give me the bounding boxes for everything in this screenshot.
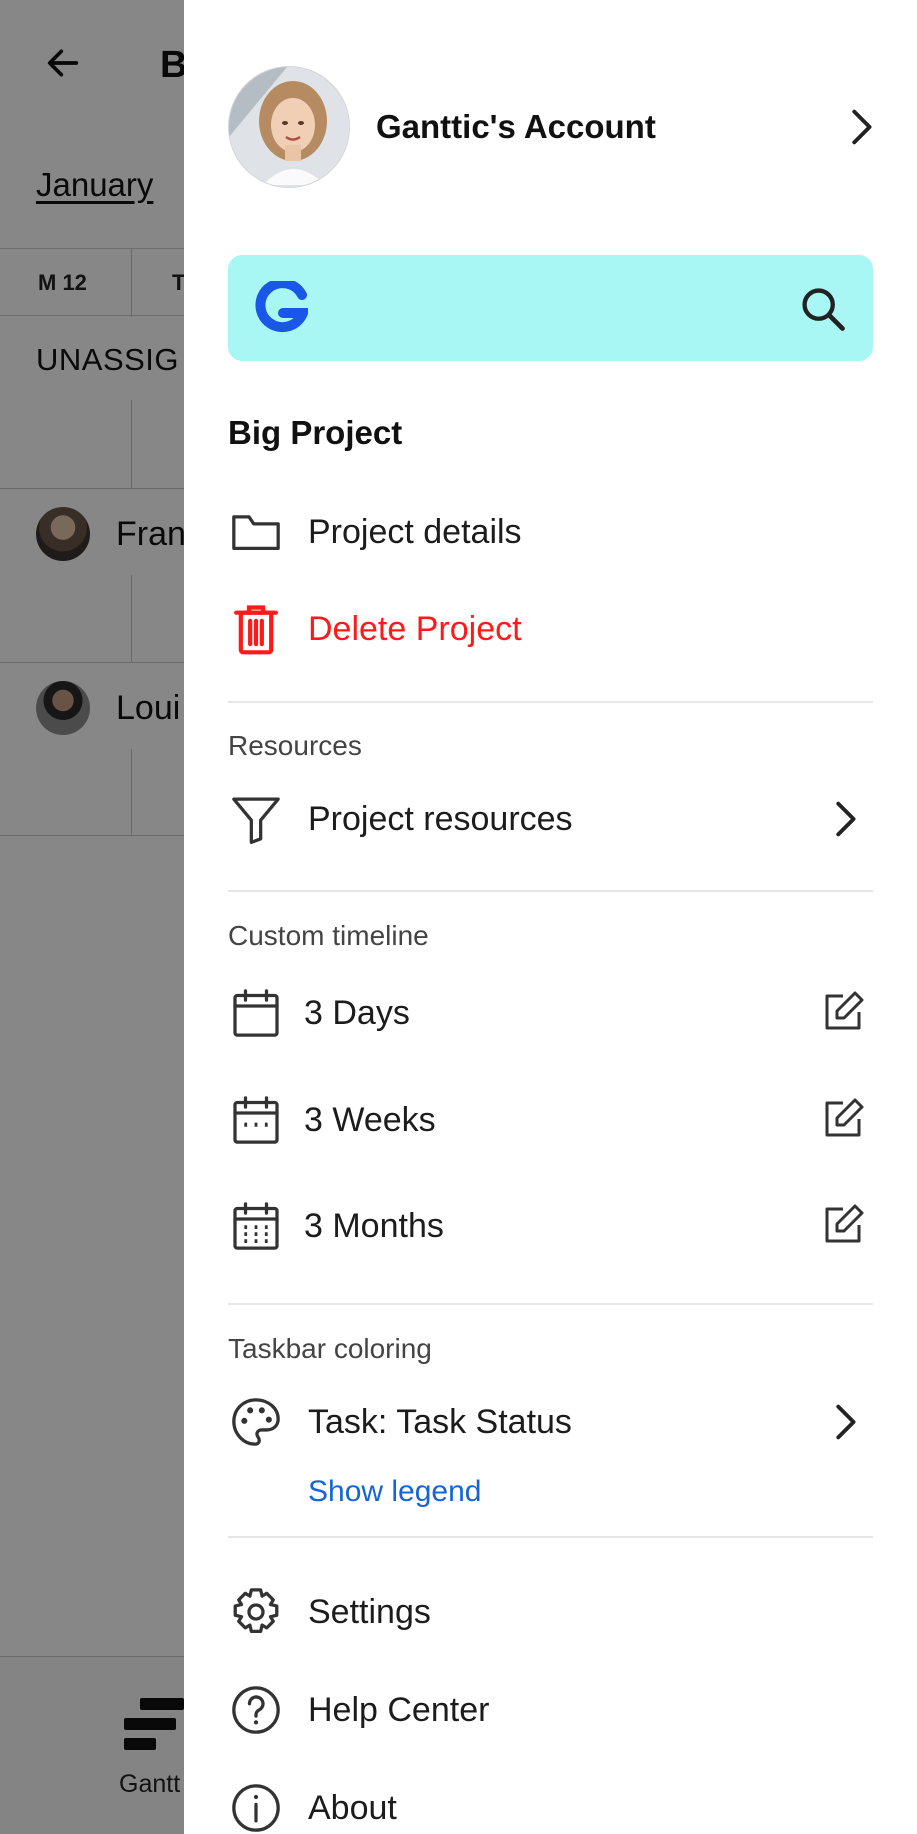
- timeline-item-3-months[interactable]: 3 Months: [228, 1191, 873, 1261]
- search-bar[interactable]: [228, 255, 873, 361]
- chevron-right-icon: [821, 796, 867, 842]
- chevron-right-icon: [821, 1399, 867, 1445]
- help-center-item[interactable]: Help Center: [228, 1675, 873, 1745]
- delete-project-item[interactable]: Delete Project: [228, 594, 873, 664]
- project-title: Big Project: [228, 414, 403, 451]
- gear-icon: [228, 1584, 284, 1640]
- help-center-label: Help Center: [308, 1690, 490, 1729]
- calendar-month-icon: [228, 1198, 284, 1254]
- resources-header: Resources: [228, 730, 362, 761]
- settings-label: Settings: [308, 1592, 431, 1631]
- timeline-label: 3 Months: [304, 1206, 444, 1245]
- project-resources-label: Project resources: [308, 799, 573, 838]
- divider: [228, 890, 873, 892]
- project-resources-item[interactable]: Project resources: [228, 784, 873, 854]
- timeline-item-3-weeks[interactable]: 3 Weeks: [228, 1085, 873, 1155]
- taskbar-coloring-label: Task: Task Status: [308, 1402, 572, 1441]
- about-label: About: [308, 1788, 397, 1827]
- edit-icon[interactable]: [819, 1201, 867, 1249]
- folder-icon: [228, 504, 284, 560]
- trash-icon: [228, 601, 284, 657]
- account-name: Ganttic's Account: [376, 108, 656, 145]
- divider: [228, 1303, 873, 1305]
- timeline-item-3-days[interactable]: 3 Days: [228, 978, 873, 1048]
- palette-icon: [228, 1394, 284, 1450]
- divider: [228, 1536, 873, 1538]
- calendar-icon: [228, 985, 284, 1041]
- account-row[interactable]: Ganttic's Account: [184, 66, 917, 188]
- ganttic-logo-icon: [254, 278, 311, 335]
- taskbar-coloring-header: Taskbar coloring: [228, 1333, 432, 1364]
- chevron-right-icon: [837, 104, 883, 150]
- divider: [228, 701, 873, 703]
- settings-item[interactable]: Settings: [228, 1577, 873, 1647]
- info-icon: [228, 1780, 284, 1834]
- project-details-label: Project details: [308, 512, 522, 551]
- about-item[interactable]: About: [228, 1773, 873, 1834]
- account-avatar: [228, 66, 350, 188]
- project-details-item[interactable]: Project details: [228, 497, 873, 567]
- filter-icon: [228, 791, 284, 847]
- timeline-label: 3 Days: [304, 993, 410, 1032]
- navigation-drawer: Ganttic's Account Big Project Project de…: [184, 0, 917, 1834]
- help-circle-icon: [228, 1682, 284, 1738]
- taskbar-coloring-item[interactable]: Task: Task Status: [228, 1387, 873, 1457]
- edit-icon[interactable]: [819, 1095, 867, 1143]
- edit-icon[interactable]: [819, 988, 867, 1036]
- custom-timeline-header: Custom timeline: [228, 920, 429, 951]
- calendar-week-icon: [228, 1092, 284, 1148]
- show-legend-link[interactable]: Show legend: [308, 1475, 481, 1509]
- timeline-label: 3 Weeks: [304, 1100, 436, 1139]
- delete-project-label: Delete Project: [308, 609, 522, 648]
- search-icon[interactable]: [797, 283, 849, 335]
